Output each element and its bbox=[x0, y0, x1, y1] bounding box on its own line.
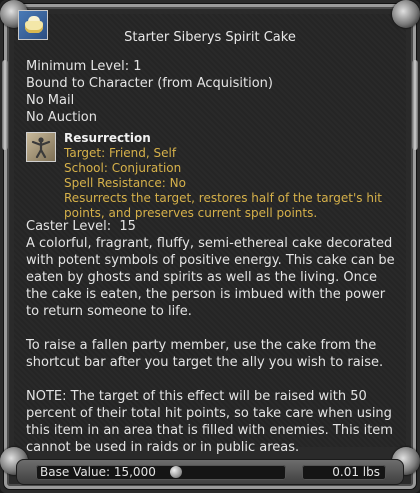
minimum-level: Minimum Level: 1 bbox=[26, 59, 142, 74]
usage-instructions: To raise a fallen party member, use the … bbox=[26, 338, 384, 370]
frame-side-right bbox=[412, 60, 418, 150]
binding-status: Bound to Character (from Acquisition) bbox=[26, 76, 273, 91]
spell-target: Target: Friend, Self bbox=[64, 146, 177, 160]
spell-effect: Resurrection Target: Friend, Self School… bbox=[26, 130, 400, 221]
spell-details: Resurrection Target: Friend, Self School… bbox=[64, 130, 400, 221]
resurrection-figure-icon bbox=[26, 132, 56, 162]
frame-corner-top-right bbox=[392, 0, 420, 28]
usage-note: NOTE: The target of this effect will be … bbox=[26, 389, 393, 455]
item-description: A colorful, fragrant, fluffy, semi-ether… bbox=[26, 236, 395, 319]
base-value: Base Value: 15,000 bbox=[40, 465, 156, 479]
frame-side-left bbox=[2, 60, 8, 150]
tooltip-footer: Base Value: 15,000 0.01 lbs bbox=[0, 449, 420, 493]
spell-name: Resurrection bbox=[64, 131, 151, 145]
spell-school: School: Conjuration bbox=[64, 161, 182, 175]
spell-description: Resurrects the target, restores half of … bbox=[64, 191, 382, 220]
item-details: Minimum Level: 1 Bound to Character (fro… bbox=[26, 58, 400, 456]
item-title: Starter Siberys Spirit Cake bbox=[124, 30, 296, 45]
weight-field: 0.01 lbs bbox=[302, 465, 386, 480]
base-value-field: Base Value: 15,000 bbox=[36, 465, 286, 480]
item-tooltip: Starter Siberys Spirit Cake Minimum Leve… bbox=[0, 0, 420, 493]
mail-restriction: No Mail bbox=[26, 93, 75, 108]
auction-restriction: No Auction bbox=[26, 110, 97, 125]
item-weight: 0.01 lbs bbox=[332, 465, 380, 479]
spell-resistance: Spell Resistance: No bbox=[64, 176, 186, 190]
silver-coin-icon bbox=[170, 466, 182, 478]
